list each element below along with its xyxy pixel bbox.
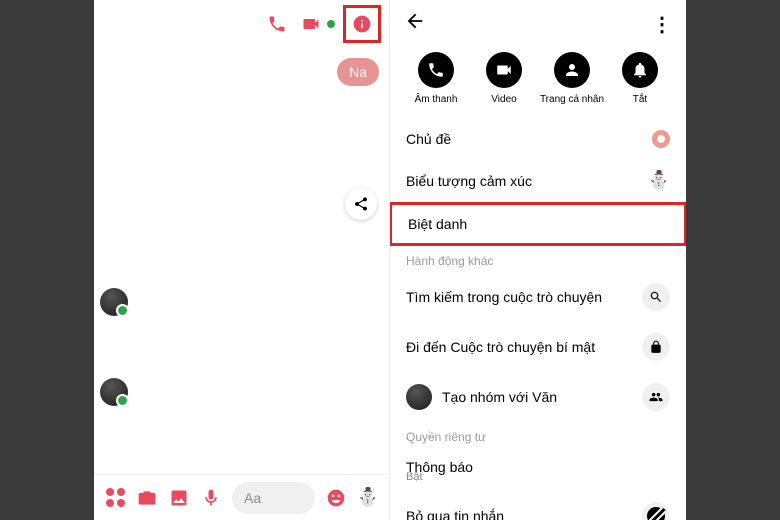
quick-emoji-icon[interactable]: ⛄: [357, 487, 379, 508]
phone-icon: [418, 52, 454, 88]
mute-action[interactable]: Tắt: [608, 52, 672, 105]
avatar: [406, 384, 432, 410]
video-icon: [486, 52, 522, 88]
theme-ring-icon: [652, 130, 670, 148]
composer: Aa ⛄: [94, 474, 389, 520]
secret-row[interactable]: Đi đến Cuộc trò chuyện bí mật: [390, 322, 686, 372]
chat-topbar: [94, 0, 389, 48]
back-arrow-icon[interactable]: [102, 7, 118, 41]
quick-actions: Âm thanh Video Trang cá nhân Tắt: [390, 48, 686, 119]
chat-pane: Na Aa ⛄: [94, 0, 390, 520]
search-icon: [642, 283, 670, 311]
row-label: Biểu tượng cảm xúc: [406, 173, 648, 189]
section-header: Quyền riêng tư: [390, 422, 686, 448]
settings-list: Chủ đề Biểu tượng cảm xúc ⛄ Biệt danh Hà…: [390, 119, 686, 520]
snowman-icon: ⛄: [648, 170, 670, 191]
lock-icon: [642, 333, 670, 361]
more-icon[interactable]: ⋮: [646, 8, 678, 41]
info-icon[interactable]: [348, 10, 376, 38]
outgoing-message[interactable]: Na: [337, 58, 379, 86]
audio-call-icon[interactable]: [263, 10, 291, 38]
app-frame: Na Aa ⛄ ⋮ Âm thanh: [94, 0, 686, 520]
row-label: Tạo nhóm với Văn: [442, 389, 634, 405]
back-arrow-icon[interactable]: [398, 6, 432, 43]
message-input[interactable]: Aa: [232, 482, 315, 514]
bell-icon: [622, 52, 658, 88]
info-pane: ⋮ Âm thanh Video Trang cá nhân Tắt Chủ: [390, 0, 686, 520]
apps-icon[interactable]: [104, 487, 126, 509]
emoji-row[interactable]: Biểu tượng cảm xúc ⛄: [390, 159, 686, 202]
profile-action[interactable]: Trang cá nhân: [540, 52, 604, 105]
avatar[interactable]: [100, 378, 128, 406]
row-label: Bỏ qua tin nhắn: [406, 508, 634, 520]
online-dot-icon: [327, 20, 335, 28]
row-label: Tìm kiếm trong cuộc trò chuyện: [406, 289, 634, 305]
avatar[interactable]: [100, 288, 128, 316]
row-label: Biệt danh: [408, 216, 668, 232]
audio-action[interactable]: Âm thanh: [404, 52, 468, 105]
chat-body: Na: [94, 48, 389, 474]
action-label: Trang cá nhân: [540, 94, 604, 105]
emoji-icon[interactable]: [325, 487, 347, 509]
info-button-highlight: [343, 5, 381, 43]
video-call-icon[interactable]: [297, 10, 325, 38]
notifications-row[interactable]: Thông báo: [390, 448, 686, 477]
search-row[interactable]: Tìm kiếm trong cuộc trò chuyện: [390, 272, 686, 322]
share-icon[interactable]: [345, 188, 377, 220]
camera-icon[interactable]: [136, 487, 158, 509]
ignore-row[interactable]: Bỏ qua tin nhắn: [390, 491, 686, 520]
row-label: Chủ đề: [406, 131, 652, 147]
person-icon: [554, 52, 590, 88]
action-label: Video: [491, 94, 516, 105]
ignore-icon: [642, 502, 670, 520]
action-label: Tắt: [633, 94, 647, 105]
mic-icon[interactable]: [200, 487, 222, 509]
action-label: Âm thanh: [415, 94, 458, 105]
call-actions: [263, 5, 381, 43]
image-icon[interactable]: [168, 487, 190, 509]
info-topbar: ⋮: [390, 0, 686, 48]
row-label: Thông báo: [406, 459, 670, 475]
group-icon: [642, 383, 670, 411]
video-action[interactable]: Video: [472, 52, 536, 105]
theme-row[interactable]: Chủ đề: [390, 119, 686, 159]
create-group-row[interactable]: Tạo nhóm với Văn: [390, 372, 686, 422]
row-label: Đi đến Cuộc trò chuyện bí mật: [406, 339, 634, 355]
nickname-row[interactable]: Biệt danh: [390, 202, 686, 246]
section-header: Hành động khác: [390, 246, 686, 272]
